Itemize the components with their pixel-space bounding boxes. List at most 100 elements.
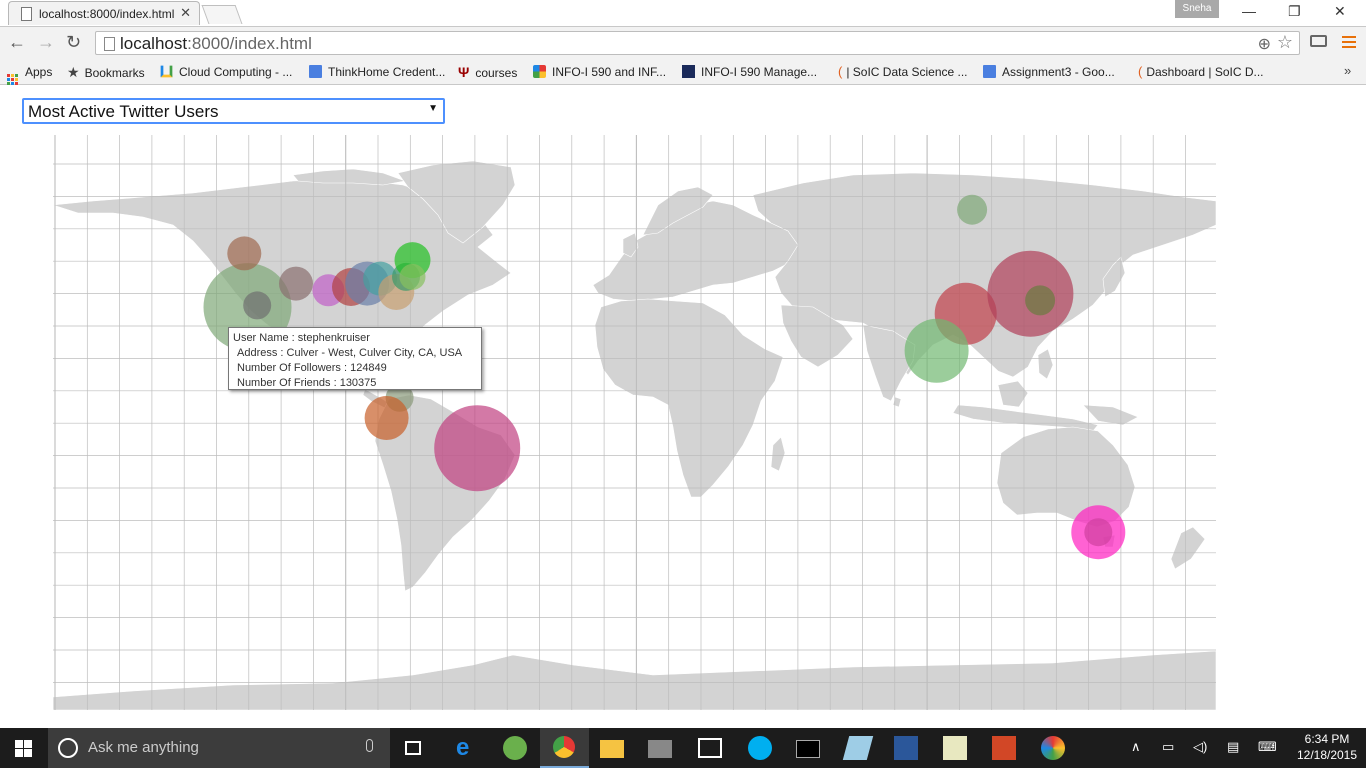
restore-icon[interactable]: ❐ (1288, 3, 1301, 20)
bookmark-info-i590-manage[interactable]: INFO-I 590 Manage... (682, 63, 817, 81)
tab-strip: localhost:8000/index.html ✕ Sneha — ❐ ✕ (0, 0, 1366, 26)
url-text: localhost:8000/index.html (120, 34, 312, 53)
bookmark-courses[interactable]: Ψcourses (458, 63, 517, 81)
tab-title: localhost:8000/index.html (39, 7, 175, 21)
profile-button[interactable]: Sneha (1175, 0, 1219, 18)
action-center-icon[interactable]: ▤ (1227, 739, 1239, 755)
user-bubble[interactable] (957, 194, 988, 225)
reload-icon[interactable]: ↻ (66, 32, 81, 52)
clock-date: 12/18/2015 (1296, 748, 1358, 762)
tooltip-friends: Number Of Friends : 130375 (237, 377, 377, 389)
tooltip-user-name: User Name : stephenkruiser (233, 332, 370, 344)
indonesia (952, 404, 1099, 432)
paint-icon[interactable] (1041, 736, 1065, 760)
system-clock[interactable]: 6:34 PM 12/18/2015 (1296, 731, 1358, 763)
bookmark-apps[interactable]: Apps (7, 63, 52, 85)
chrome-taskbar-item[interactable] (540, 728, 589, 768)
africa (594, 298, 784, 498)
docs-icon (309, 65, 322, 78)
star-icon: ★ (67, 64, 80, 80)
canvas-icon: ( (838, 64, 843, 79)
battery-icon[interactable]: ▭ (1162, 739, 1174, 755)
skype-icon[interactable] (748, 736, 772, 760)
iu-trident-icon: Ψ (458, 64, 470, 80)
tooltip-followers: Number Of Followers : 124849 (237, 362, 387, 374)
tooltip-address: Address : Culver - West, Culver City, CA… (237, 347, 463, 359)
chrome-icon (553, 736, 575, 758)
user-bubble[interactable] (399, 263, 426, 290)
file-explorer-icon[interactable] (600, 740, 624, 758)
minimize-icon[interactable]: — (1242, 3, 1256, 19)
bookmark-thinkhome[interactable]: ThinkHome Credent... (309, 63, 445, 81)
drive-icon (160, 65, 173, 78)
philippines (1037, 348, 1054, 380)
docs-icon (983, 65, 996, 78)
user-bubble[interactable] (1084, 518, 1113, 547)
app-icon (682, 65, 695, 78)
world-map (53, 135, 1216, 710)
volume-icon[interactable]: ◁) (1193, 739, 1207, 755)
command-prompt-icon[interactable] (796, 740, 820, 758)
chevron-down-icon: ▼ (428, 103, 438, 114)
spring-icon[interactable] (503, 736, 527, 760)
keyboard-icon[interactable]: ⌨ (1258, 739, 1277, 755)
bookmark-star-icon[interactable]: ☆ (1277, 32, 1293, 53)
task-view-icon[interactable] (405, 741, 421, 755)
address-bar[interactable]: localhost:8000/index.html ⊕ ☆ (95, 31, 1300, 55)
bookmark-soic-data-science[interactable]: (| SoIC Data Science ... (838, 63, 968, 81)
user-bubble[interactable] (243, 291, 272, 320)
edge-icon[interactable]: e (456, 736, 480, 760)
search-placeholder: Ask me anything (88, 739, 199, 756)
browser-toolbar: ← → ↻ localhost:8000/index.html ⊕ ☆ (0, 26, 1366, 60)
new-zealand (1170, 526, 1206, 570)
madagascar (770, 436, 786, 472)
borneo (997, 380, 1029, 408)
bookmarks-overflow-icon[interactable]: » (1344, 63, 1351, 78)
visualization-select[interactable]: Most Active Twitter Users ▼ (22, 98, 445, 124)
cortana-icon (58, 738, 78, 758)
page-favicon-icon (21, 7, 32, 21)
page-icon (104, 37, 115, 51)
google-icon (533, 65, 546, 78)
new-tab-button[interactable] (201, 5, 243, 24)
bookmark-bookmarks[interactable]: ★ Bookmarks (67, 63, 145, 81)
show-hidden-icons-icon[interactable]: ∧ (1131, 739, 1141, 755)
word-icon[interactable] (894, 736, 918, 760)
page-content: Most Active Twitter Users ▼ User Name: … (0, 85, 1366, 728)
antarctica (53, 650, 1216, 710)
bookmark-cloud-computing[interactable]: Cloud Computing - ... (160, 63, 292, 81)
user-bubble[interactable] (227, 236, 262, 271)
bookmark-assignment3[interactable]: Assignment3 - Goo... (983, 63, 1115, 81)
microphone-icon[interactable] (366, 739, 373, 752)
canvas-icon: ( (1138, 64, 1143, 79)
close-window-icon[interactable]: ✕ (1334, 3, 1346, 20)
back-icon[interactable]: ← (8, 32, 26, 52)
powerpoint-icon[interactable] (992, 736, 1016, 760)
tab-close-icon[interactable]: ✕ (180, 5, 191, 21)
browser-tab[interactable]: localhost:8000/index.html ✕ (8, 1, 200, 25)
store-icon[interactable] (698, 738, 722, 758)
windows-taskbar: Ask me anything e ∧ ▭ ◁) ▤ ⌨ 6:34 PM 12/… (0, 728, 1366, 768)
bookmark-dashboard[interactable]: (Dashboard | SoIC D... (1138, 63, 1264, 81)
notepad-icon[interactable] (842, 736, 874, 760)
chrome-menu-icon[interactable] (1342, 36, 1356, 51)
calculator-icon[interactable] (648, 740, 672, 758)
forward-icon[interactable]: → (37, 32, 55, 52)
zoom-icon[interactable]: ⊕ (1258, 34, 1271, 54)
user-bubble[interactable] (279, 266, 313, 301)
windows-start-icon[interactable] (15, 740, 33, 757)
new-guinea (1082, 404, 1139, 426)
user-bubble[interactable] (434, 405, 521, 492)
user-tooltip: User Name : stephenkruiser Address : Cul… (228, 327, 482, 390)
user-bubble[interactable] (364, 396, 409, 440)
notepad-plus-icon[interactable] (943, 736, 967, 760)
cast-icon[interactable] (1310, 35, 1327, 47)
user-bubble[interactable] (904, 318, 969, 383)
clock-time: 6:34 PM (1304, 732, 1350, 746)
bookmark-info-i590[interactable]: INFO-I 590 and INF... (533, 63, 666, 81)
land-masses (53, 160, 1216, 710)
cortana-search-box[interactable]: Ask me anything (48, 728, 390, 768)
sri-lanka (892, 396, 902, 408)
user-bubble[interactable] (1025, 285, 1056, 316)
bookmarks-bar: Apps ★ Bookmarks Cloud Computing - ... Th… (0, 60, 1366, 85)
